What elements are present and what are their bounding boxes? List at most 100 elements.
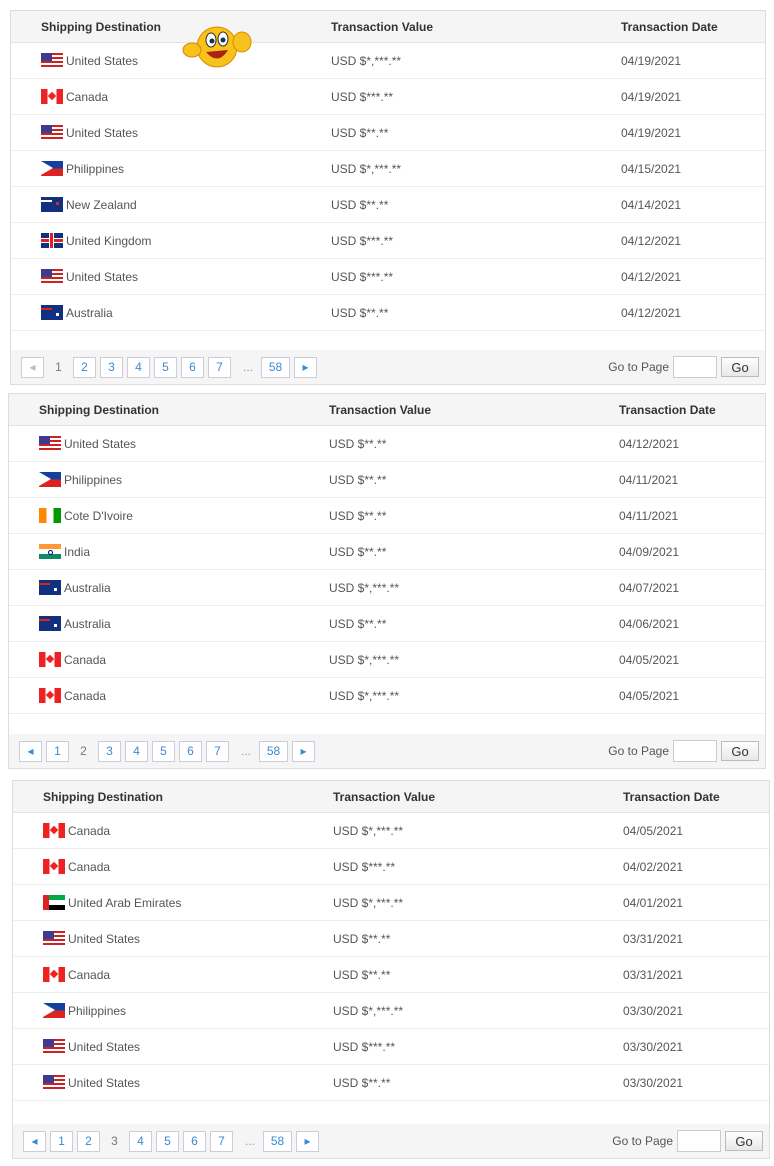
page-7-button[interactable]: 7 <box>210 1130 233 1152</box>
prev-page-button[interactable]: ◂ <box>21 356 44 378</box>
page-1-button[interactable]: 1 <box>50 1130 73 1152</box>
goto-label: Go to Page <box>608 360 669 374</box>
flag-ca-icon <box>39 688 61 703</box>
page-58-button[interactable]: 58 <box>263 1130 293 1152</box>
transaction-date: 04/09/2021 <box>619 544 680 559</box>
next-page-button[interactable]: ▸ <box>292 740 316 762</box>
page-5-button[interactable]: 5 <box>154 356 177 378</box>
destination: Canada <box>68 823 111 838</box>
flag-au-icon <box>39 580 61 595</box>
flag-gb-icon <box>41 233 63 248</box>
page-5-button[interactable]: 5 <box>152 740 175 762</box>
transaction-value: USD $**.** <box>329 472 387 487</box>
transaction-date: 04/14/2021 <box>621 197 682 212</box>
next-page-button[interactable]: ▸ <box>296 1130 320 1152</box>
transaction-date: 04/12/2021 <box>621 233 682 248</box>
table-row: United States USD $**.** 04/19/2021 <box>11 115 765 151</box>
destination: United Kingdom <box>66 233 152 248</box>
flag-ci-icon <box>39 508 61 523</box>
page-4-button[interactable]: 4 <box>129 1130 152 1152</box>
column-header: Shipping Destination <box>39 402 159 417</box>
go-button[interactable]: Go <box>725 1131 763 1151</box>
page-3-button[interactable]: 3 <box>100 356 123 378</box>
table-header: Shipping Destination Transaction Value Tra… <box>13 781 769 813</box>
flag-ca-icon <box>43 859 65 874</box>
page-2-button[interactable]: 2 <box>77 1130 100 1152</box>
page-2-button: 2 <box>80 744 87 758</box>
transaction-date: 04/05/2021 <box>619 688 680 703</box>
column-header: Transaction Value <box>329 402 432 417</box>
destination: Philippines <box>66 161 125 176</box>
transaction-date: 04/19/2021 <box>621 53 682 68</box>
page-7-button[interactable]: 7 <box>206 740 229 762</box>
flag-ph-icon <box>41 161 63 176</box>
goto-page-input[interactable] <box>677 1130 721 1152</box>
transaction-value: USD $*,***.** <box>331 161 402 176</box>
column-header: Transaction Date <box>623 789 720 804</box>
table-header: Shipping Destination Transaction Value Tra… <box>9 394 765 426</box>
transactions-panel: Shipping Destination Transaction Value Tra… <box>8 393 766 769</box>
transaction-date: 03/31/2021 <box>623 967 684 982</box>
flag-us-icon <box>43 1075 65 1090</box>
column-header: Shipping Destination <box>43 789 163 804</box>
table-row: United States USD $**.** 04/12/2021 <box>9 426 765 462</box>
go-button[interactable]: Go <box>721 741 759 761</box>
page-58-button[interactable]: 58 <box>261 356 291 378</box>
go-button[interactable]: Go <box>721 357 759 377</box>
page-6-button[interactable]: 6 <box>179 740 202 762</box>
next-page-button[interactable]: ▸ <box>294 356 318 378</box>
transaction-value: USD $***.** <box>331 89 394 104</box>
flag-ph-icon <box>43 1003 65 1018</box>
page-4-button[interactable]: 4 <box>125 740 148 762</box>
flag-ca-icon <box>39 652 61 667</box>
destination: United States <box>68 1039 141 1054</box>
transaction-date: 03/31/2021 <box>623 931 684 946</box>
page-2-button[interactable]: 2 <box>73 356 96 378</box>
table-row: Australia USD $*,***.** 04/07/2021 <box>9 570 765 606</box>
destination: Canada <box>64 688 107 703</box>
transaction-value: USD $***.** <box>333 1039 396 1054</box>
page-6-button[interactable]: 6 <box>183 1130 206 1152</box>
transaction-date: 04/12/2021 <box>621 305 682 320</box>
prev-page-button[interactable]: ◂ <box>23 1130 46 1152</box>
pagination: ◂ 1 2 3 4 5 6 7... 58 ▸ Go to Page Go <box>9 734 765 768</box>
goto-label: Go to Page <box>608 744 669 758</box>
destination: Canada <box>68 859 111 874</box>
destination: United States <box>66 125 139 140</box>
page-7-button[interactable]: 7 <box>208 356 231 378</box>
transaction-date: 03/30/2021 <box>623 1039 684 1054</box>
ellipsis: ... <box>245 1134 256 1148</box>
transaction-value: USD $*,***.** <box>329 688 400 703</box>
page-4-button[interactable]: 4 <box>127 356 150 378</box>
prev-page-button[interactable]: ◂ <box>19 740 42 762</box>
transaction-value: USD $**.** <box>329 616 387 631</box>
transaction-value: USD $**.** <box>329 508 387 523</box>
page-6-button[interactable]: 6 <box>181 356 204 378</box>
ellipsis: ... <box>243 360 254 374</box>
table-row: United States USD $**.** 03/30/2021 <box>13 1065 769 1101</box>
page-3-button[interactable]: 3 <box>98 740 121 762</box>
flag-us-icon <box>39 436 61 451</box>
page-1-button: 1 <box>55 360 62 374</box>
table-row: Canada USD $*,***.** 04/05/2021 <box>9 642 765 678</box>
page-1-button[interactable]: 1 <box>46 740 69 762</box>
transaction-value: USD $**.** <box>333 1075 391 1090</box>
page-58-button[interactable]: 58 <box>259 740 289 762</box>
goto-page-input[interactable] <box>673 740 717 762</box>
goto-page-input[interactable] <box>673 356 717 378</box>
column-header: Transaction Date <box>619 402 716 417</box>
destination: United States <box>68 1075 141 1090</box>
transaction-date: 04/12/2021 <box>619 436 680 451</box>
table-header: Shipping Destination Transaction Value Tra… <box>11 11 765 43</box>
pagination: ◂ 1 2 3 4 5 6 7... 58 ▸ Go to Page Go <box>13 1124 769 1158</box>
table-row: United States USD $***.** 04/12/2021 <box>11 259 765 295</box>
transaction-value: USD $**.** <box>329 436 387 451</box>
destination: United States <box>64 436 137 451</box>
page-5-button[interactable]: 5 <box>156 1130 179 1152</box>
table-row: Canada USD $*,***.** 04/05/2021 <box>13 813 769 849</box>
transaction-value: USD $*,***.** <box>333 1003 404 1018</box>
destination: Australia <box>66 305 113 320</box>
destination: Philippines <box>64 472 123 487</box>
page-3-button: 3 <box>111 1134 118 1148</box>
transaction-date: 04/11/2021 <box>619 508 679 523</box>
